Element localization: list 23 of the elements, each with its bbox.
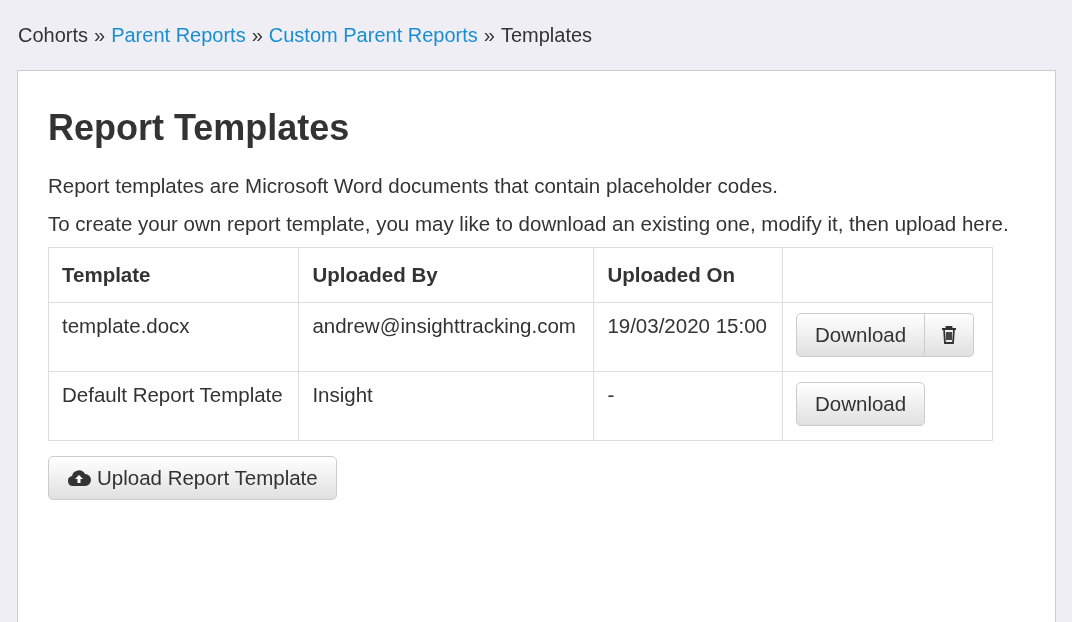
- description-text: Report templates are Microsoft Word documents that contain placeholder codes.: [48, 173, 780, 199]
- breadcrumb-text: Templates: [500, 24, 593, 47]
- trash-icon: [941, 326, 958, 344]
- upload-button[interactable]: Upload Report Template: [48, 456, 337, 500]
- breadcrumb-separator: »: [251, 24, 263, 47]
- description-text: To create your own report template, you may like to download an existing one, modify it, then upload here.: [48, 211, 1010, 237]
- table-cell: Insight: [298, 371, 594, 441]
- table-cell: Default Report Template: [48, 371, 299, 441]
- download-button[interactable]: Download: [796, 313, 926, 357]
- column-header: Uploaded On: [593, 247, 783, 303]
- table-cell: 19/03/2020 15:00: [593, 302, 783, 372]
- breadcrumb-separator: »: [483, 24, 495, 47]
- table-cell: template.docx: [48, 302, 299, 372]
- page-title: Report Templates: [48, 107, 351, 149]
- download-button[interactable]: Download: [796, 382, 926, 426]
- delete-button[interactable]: [925, 313, 975, 357]
- cloud-upload-icon: [67, 469, 91, 487]
- table-cell: andrew@insighttracking.com: [298, 302, 594, 372]
- breadcrumb-text: Cohorts: [18, 24, 89, 47]
- column-header: Uploaded By: [298, 247, 594, 303]
- table-cell: -: [593, 371, 783, 441]
- breadcrumb-separator: »: [94, 24, 106, 47]
- column-header: Template: [48, 247, 299, 303]
